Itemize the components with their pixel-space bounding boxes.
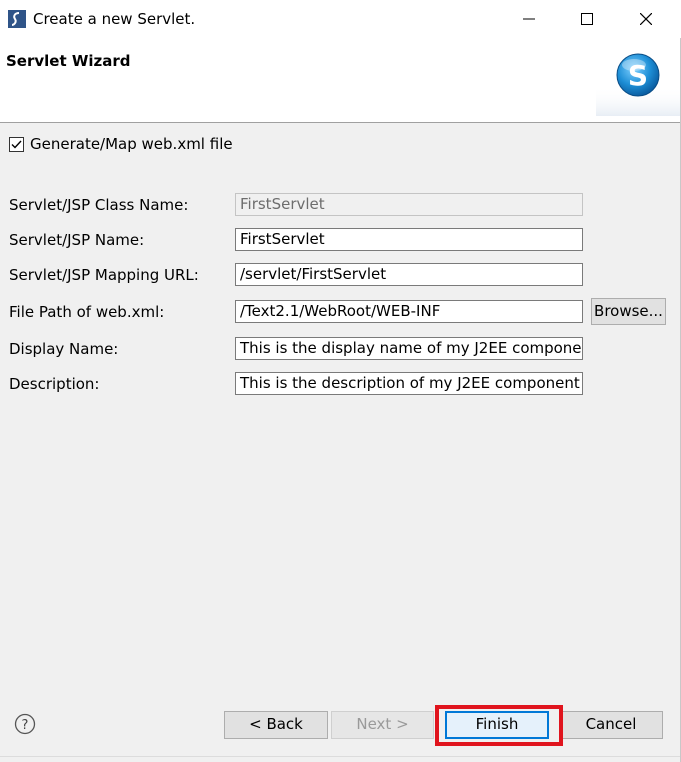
servlet-wizard-dialog: Create a new Servlet. Servlet Wizard S G…: [0, 0, 681, 762]
checkmark-icon: [11, 140, 22, 149]
class-name-label: Servlet/JSP Class Name:: [9, 196, 189, 214]
title-bar: Create a new Servlet.: [0, 0, 681, 38]
cancel-button[interactable]: Cancel: [559, 711, 663, 739]
generate-webxml-checkbox[interactable]: [9, 136, 24, 152]
servlet-name-field[interactable]: FirstServlet: [235, 228, 583, 251]
webxml-path-label: File Path of web.xml:: [9, 303, 165, 321]
mapping-url-label: Servlet/JSP Mapping URL:: [9, 266, 199, 284]
description-label: Description:: [9, 375, 100, 393]
mapping-url-field[interactable]: /servlet/FirstServlet: [235, 263, 583, 286]
close-icon: [640, 13, 652, 25]
page-title: Servlet Wizard: [6, 52, 131, 70]
browse-button[interactable]: Browse...: [591, 298, 666, 325]
servlet-logo-icon: S: [596, 46, 680, 116]
finish-highlight-annotation: [435, 705, 563, 746]
next-button: Next >: [331, 711, 434, 739]
wizard-header: Servlet Wizard S: [0, 38, 680, 123]
maximize-icon: [581, 13, 593, 25]
svg-text:S: S: [628, 59, 648, 92]
bottom-divider: [0, 756, 680, 757]
svg-text:?: ?: [22, 718, 29, 733]
minimize-icon: [523, 18, 535, 20]
back-button[interactable]: < Back: [224, 711, 328, 739]
servlet-name-label: Servlet/JSP Name:: [9, 231, 145, 249]
window-title: Create a new Servlet.: [33, 10, 196, 28]
class-name-field: FirstServlet: [235, 193, 583, 216]
display-name-field[interactable]: This is the display name of my J2EE comp…: [235, 337, 583, 360]
description-field[interactable]: This is the description of my J2EE compo…: [235, 372, 583, 395]
display-name-label: Display Name:: [9, 340, 119, 358]
eclipse-app-icon: [8, 10, 26, 28]
minimize-button[interactable]: [506, 0, 552, 38]
webxml-path-field[interactable]: /Text2.1/WebRoot/WEB-INF: [235, 300, 583, 323]
generate-webxml-option[interactable]: Generate/Map web.xml file: [9, 135, 233, 153]
maximize-button[interactable]: [564, 0, 610, 38]
help-icon[interactable]: ?: [14, 713, 36, 735]
generate-webxml-label: Generate/Map web.xml file: [30, 135, 233, 153]
close-button[interactable]: [623, 0, 669, 38]
